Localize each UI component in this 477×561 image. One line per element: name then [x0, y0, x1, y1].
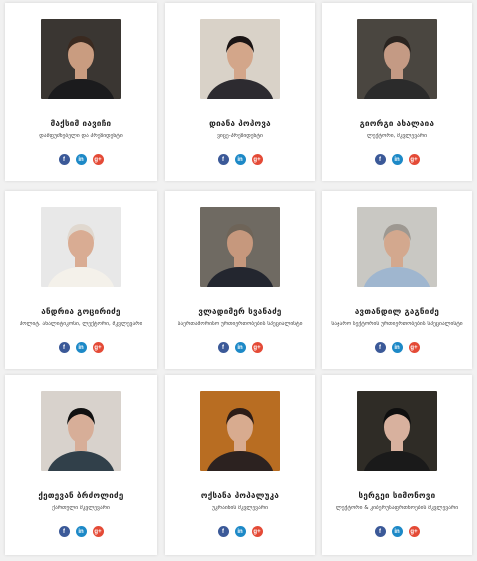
- member-role: დამფუძნებელი და პრეზიდენტი: [39, 133, 123, 139]
- facebook-icon[interactable]: f: [58, 342, 70, 353]
- linkedin-icon[interactable]: in: [75, 154, 87, 165]
- member-photo: [41, 207, 121, 287]
- linkedin-icon[interactable]: in: [391, 526, 403, 537]
- member-role: პოლიტ. ანალიტიკოსი, ლექტორი, მკვლევარი: [19, 321, 143, 327]
- social-links: f in g+: [58, 342, 104, 353]
- google-plus-icon[interactable]: g+: [408, 154, 420, 165]
- facebook-icon[interactable]: f: [58, 154, 70, 165]
- member-name: ოქსანა პოპალუკა: [200, 491, 280, 500]
- member-name: სერგეი სიმონოვი: [358, 491, 436, 500]
- google-plus-icon[interactable]: g+: [251, 342, 263, 353]
- team-member-card: ავთანდილ გაგნიძე საჯარო სექტორის ურთიერთო…: [322, 191, 472, 369]
- linkedin-icon[interactable]: in: [75, 342, 87, 353]
- facebook-icon[interactable]: f: [374, 154, 386, 165]
- member-name: ვლადიმერ სვანაძე: [198, 307, 282, 316]
- member-photo: [200, 19, 280, 99]
- google-plus-icon[interactable]: g+: [408, 342, 420, 353]
- member-role: უკრაინის მკვლევარი: [211, 505, 269, 511]
- team-member-card: გიორგი ახალაია ლექტორი, მკვლევარი f in g+: [322, 3, 472, 181]
- member-photo: [357, 19, 437, 99]
- member-name: ავთანდილ გაგნიძე: [354, 307, 440, 316]
- member-name: გიორგი ახალაია: [359, 119, 435, 128]
- linkedin-icon[interactable]: in: [234, 342, 246, 353]
- social-links: f in g+: [374, 154, 420, 165]
- member-photo: [200, 391, 280, 471]
- member-name: ანდრია გოცირიძე: [41, 307, 121, 316]
- social-links: f in g+: [217, 526, 263, 537]
- social-links: f in g+: [58, 154, 104, 165]
- member-role: ლექტორი & კიბერუსაფრთხოების მკვლევარი: [335, 505, 459, 511]
- team-member-card: მაქსიმ იავიჩი დამფუძნებელი და პრეზიდენტი f…: [5, 3, 157, 181]
- team-member-card: ვლადიმერ სვანაძე საერთაშორისო ურთიერთობებ…: [165, 191, 315, 369]
- team-member-card: ოქსანა პოპალუკა უკრაინის მკვლევარი f in g+: [165, 375, 315, 555]
- facebook-icon[interactable]: f: [374, 342, 386, 353]
- social-links: f in g+: [374, 526, 420, 537]
- member-photo: [357, 391, 437, 471]
- google-plus-icon[interactable]: g+: [92, 526, 104, 537]
- social-links: f in g+: [217, 342, 263, 353]
- team-member-card: ანდრია გოცირიძე პოლიტ. ანალიტიკოსი, ლექტო…: [5, 191, 157, 369]
- member-photo: [41, 391, 121, 471]
- google-plus-icon[interactable]: g+: [251, 526, 263, 537]
- social-links: f in g+: [217, 154, 263, 165]
- social-links: f in g+: [58, 526, 104, 537]
- member-name: დიანა პოპოვა: [209, 119, 271, 128]
- facebook-icon[interactable]: f: [217, 342, 229, 353]
- team-member-card: სერგეი სიმონოვი ლექტორი & კიბერუსაფრთხოებ…: [322, 375, 472, 555]
- member-photo: [357, 207, 437, 287]
- member-photo: [200, 207, 280, 287]
- team-member-card: ქეთევან ბრძოლიძე ქართული მკვლევარი f in g+: [5, 375, 157, 555]
- facebook-icon[interactable]: f: [217, 154, 229, 165]
- google-plus-icon[interactable]: g+: [251, 154, 263, 165]
- member-role: ქართული მკვლევარი: [52, 505, 110, 511]
- member-name: მაქსიმ იავიჩი: [50, 119, 112, 128]
- member-photo: [41, 19, 121, 99]
- member-name: ქეთევან ბრძოლიძე: [38, 491, 124, 500]
- linkedin-icon[interactable]: in: [234, 526, 246, 537]
- member-role: საჯარო სექტორის ურთიერთობების სპეციალისტ…: [331, 321, 463, 327]
- facebook-icon[interactable]: f: [58, 526, 70, 537]
- social-links: f in g+: [374, 342, 420, 353]
- team-member-card: დიანა პოპოვა ვიცე-პრეზიდენტი f in g+: [165, 3, 315, 181]
- google-plus-icon[interactable]: g+: [92, 342, 104, 353]
- facebook-icon[interactable]: f: [374, 526, 386, 537]
- google-plus-icon[interactable]: g+: [408, 526, 420, 537]
- facebook-icon[interactable]: f: [217, 526, 229, 537]
- linkedin-icon[interactable]: in: [234, 154, 246, 165]
- member-role: ვიცე-პრეზიდენტი: [217, 133, 263, 139]
- member-role: საერთაშორისო ურთიერთობების სპეციალისტი: [177, 321, 303, 327]
- linkedin-icon[interactable]: in: [75, 526, 87, 537]
- google-plus-icon[interactable]: g+: [92, 154, 104, 165]
- linkedin-icon[interactable]: in: [391, 154, 403, 165]
- member-role: ლექტორი, მკვლევარი: [366, 133, 428, 139]
- linkedin-icon[interactable]: in: [391, 342, 403, 353]
- team-grid: მაქსიმ იავიჩი დამფუძნებელი და პრეზიდენტი f…: [0, 0, 477, 561]
